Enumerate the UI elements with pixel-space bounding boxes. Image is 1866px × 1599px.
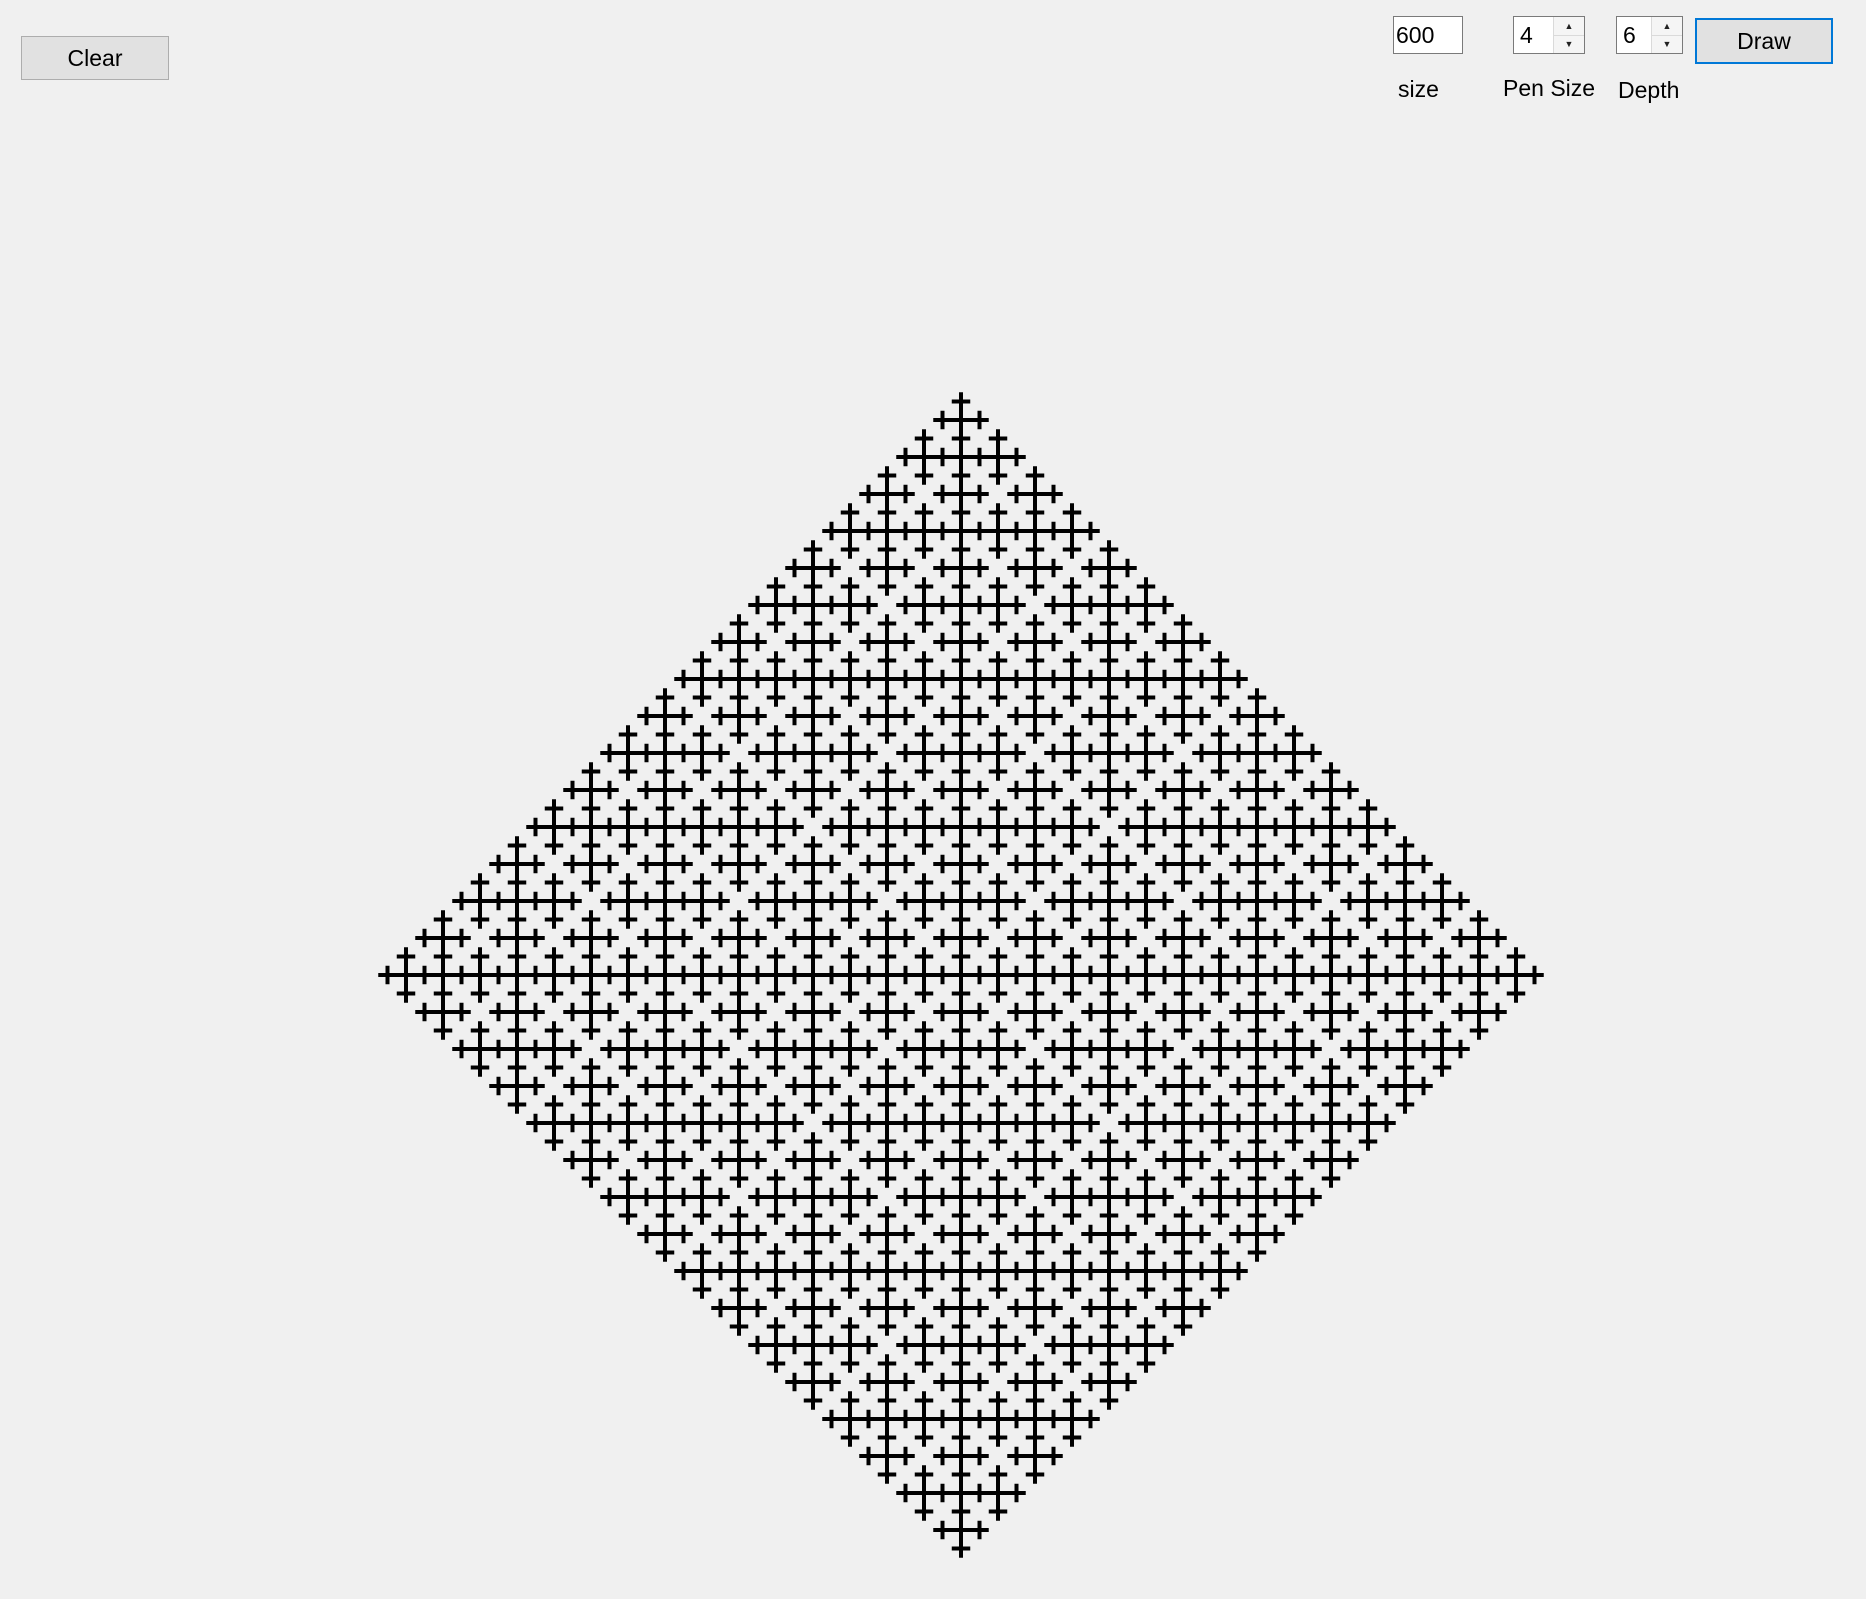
app-window: Clear 600 size 4 ▲ ▼ Pen Size 6 ▲ ▼ Dept… — [0, 0, 1866, 1599]
fractal-path — [378, 392, 1544, 1558]
fractal-canvas — [378, 392, 1544, 1558]
